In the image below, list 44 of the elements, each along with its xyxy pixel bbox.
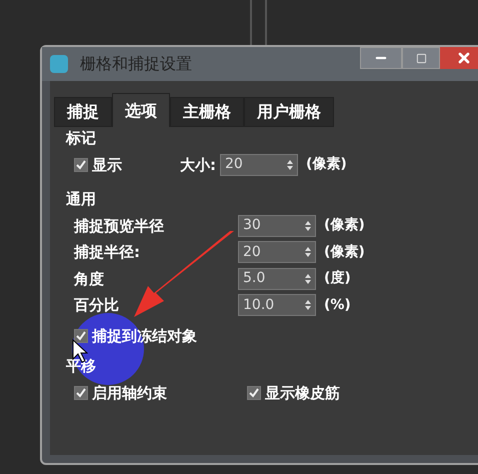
field-label: 捕捉半径: — [74, 242, 141, 263]
unit-label: (像素) — [324, 242, 365, 262]
tab[interactable]: 用户栅格 — [244, 97, 334, 127]
maximize-icon — [416, 52, 426, 64]
tab[interactable]: 选项 — [112, 93, 170, 127]
group-title: 标记 — [66, 128, 97, 149]
spinner-arrows-icon — [305, 299, 311, 312]
checkbox[interactable] — [74, 328, 88, 343]
spinner-field[interactable]: 30 — [238, 214, 316, 237]
checkmark-icon — [76, 330, 86, 341]
field-label: 捕捉预览半径 — [74, 216, 165, 236]
spinner-field[interactable]: 20 — [220, 154, 298, 176]
spinner-field[interactable]: 5.0 — [238, 268, 316, 290]
group-title: 通用 — [66, 189, 97, 210]
checkmark-icon — [76, 388, 86, 398]
checkbox[interactable] — [74, 158, 88, 172]
checkmark-icon — [249, 388, 259, 398]
close-button[interactable] — [440, 47, 478, 69]
unit-label: (度) — [324, 268, 351, 288]
close-icon — [456, 50, 472, 66]
window-title: 栅格和捕捉设置 — [80, 53, 192, 75]
field-label: 百分比 — [74, 295, 120, 316]
minimize-button[interactable] — [360, 47, 402, 69]
checkmark-icon — [76, 160, 86, 170]
checkbox-label: 启用轴约束 — [92, 382, 167, 404]
checkbox[interactable] — [74, 386, 88, 400]
tab[interactable]: 主栅格 — [170, 97, 244, 127]
checkbox[interactable] — [247, 386, 261, 400]
spinner-field[interactable]: 10.0 — [238, 294, 316, 316]
field-label: 大小: — [180, 154, 216, 176]
spinner-arrows-icon — [305, 246, 311, 258]
checkbox-label: 显示 — [92, 154, 122, 176]
tab[interactable]: 捕捉 — [54, 97, 112, 127]
checkbox-label: 显示橡皮筋 — [265, 382, 340, 404]
app-icon — [50, 55, 68, 73]
unit-label: (%) — [324, 296, 351, 315]
maximize-button[interactable] — [402, 47, 440, 69]
spinner-arrows-icon — [305, 220, 311, 232]
spinner-arrows-icon — [287, 158, 293, 171]
unit-label: (像素) — [324, 216, 365, 236]
spinner-arrows-icon — [305, 272, 311, 285]
field-label: 角度 — [74, 268, 105, 290]
spinner-field[interactable]: 20 — [238, 241, 316, 264]
unit-label: (像素) — [306, 155, 347, 174]
